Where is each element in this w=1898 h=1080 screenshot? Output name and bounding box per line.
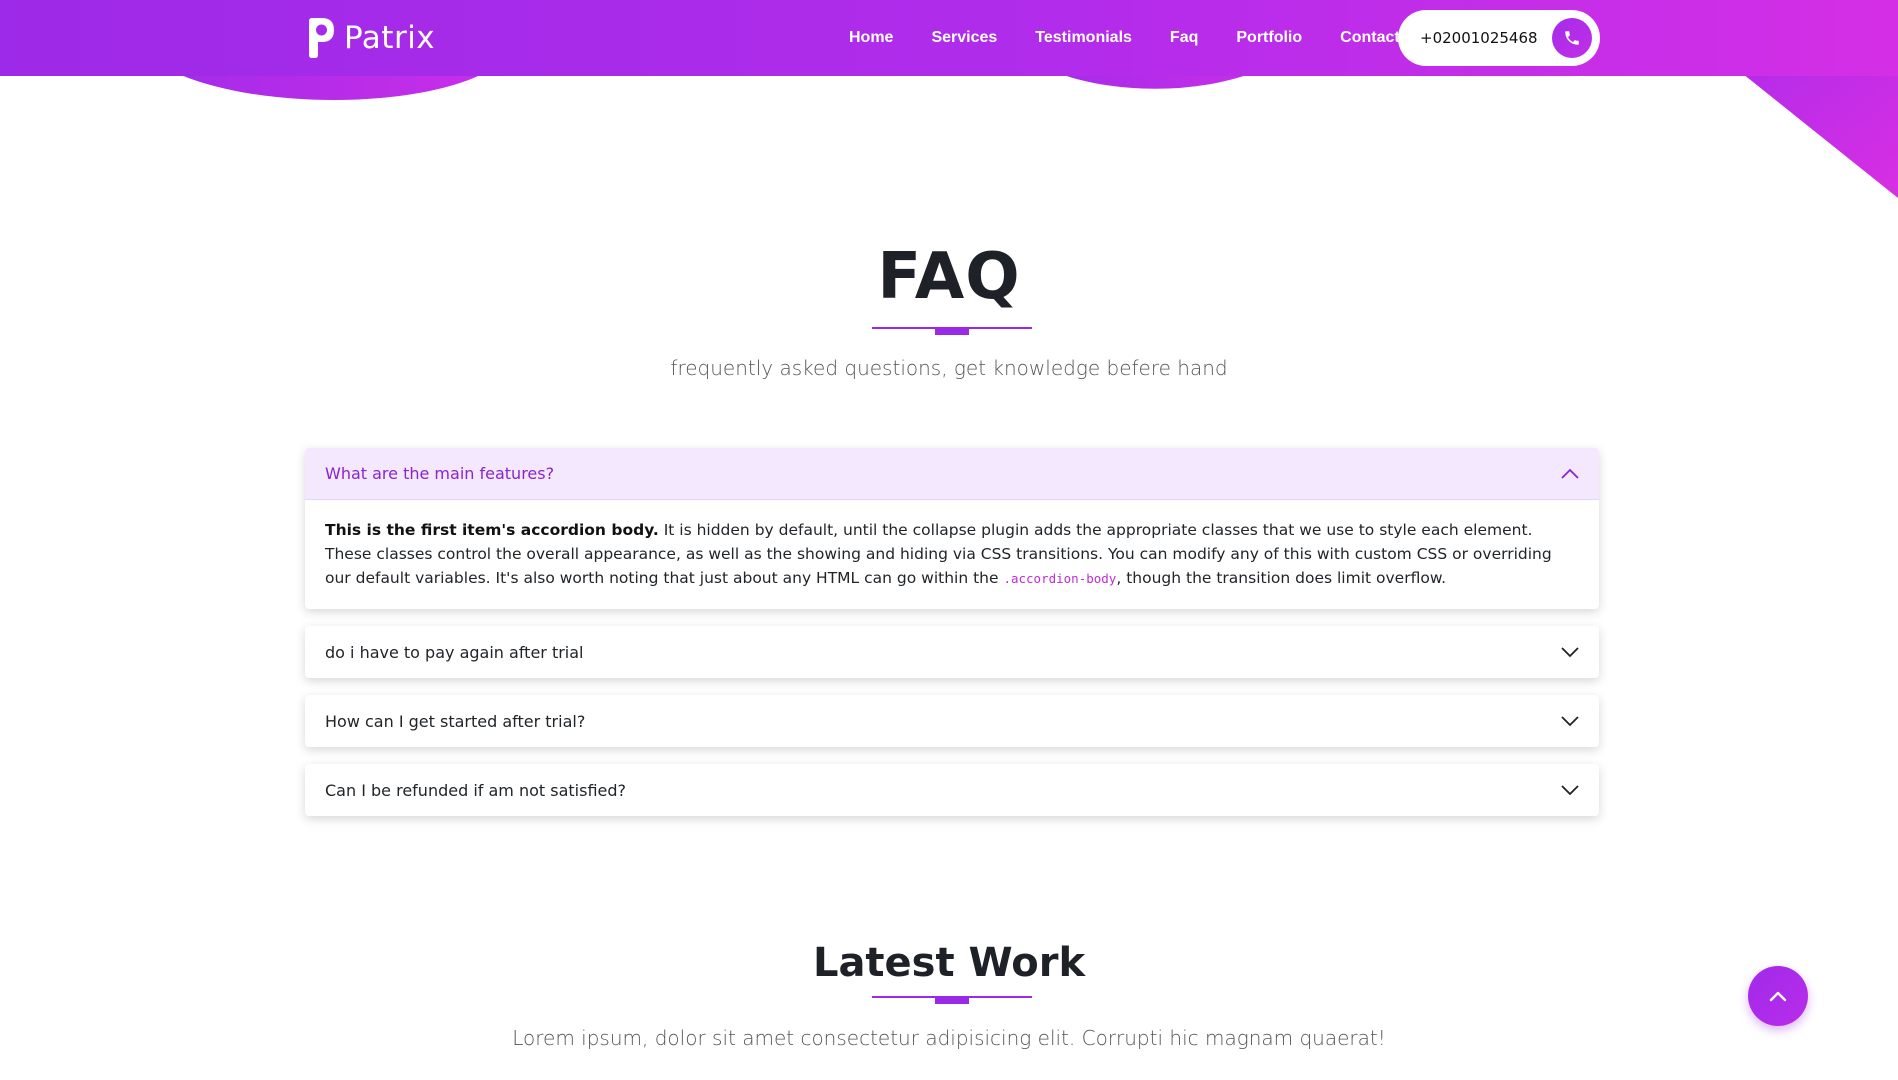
scroll-to-top-button[interactable] xyxy=(1748,966,1808,1026)
faq-item: How can I get started after trial? xyxy=(305,695,1599,747)
chevron-down-icon xyxy=(1561,716,1579,727)
work-subtitle: Lorem ipsum, dolor sit amet consectetur … xyxy=(512,1026,1386,1050)
brand-name: Patrix xyxy=(344,20,436,56)
faq-answer-code: .accordion-body xyxy=(1003,571,1117,586)
faq-subtitle: frequently asked questions, get knowledg… xyxy=(670,356,1228,380)
phone-contact[interactable]: +02001025468 xyxy=(1398,10,1600,66)
page: Patrix Home Services Testimonials Faq Po… xyxy=(0,0,1898,1080)
nav-faq[interactable]: Faq xyxy=(1151,29,1217,47)
faq-item: do i have to pay again after trial xyxy=(305,626,1599,678)
faq-question: What are the main features? xyxy=(325,464,555,483)
faq-question: Can I be refunded if am not satisfied? xyxy=(325,780,627,800)
faq-question-toggle[interactable]: Can I be refunded if am not satisfied? xyxy=(305,764,1599,816)
phone-icon xyxy=(1565,31,1579,45)
faq-question: do i have to pay again after trial xyxy=(325,642,584,662)
main-nav: Home Services Testimonials Faq Portfolio… xyxy=(830,0,1419,76)
logo-mark-icon xyxy=(309,18,334,58)
faq-item: What are the main features? This is the … xyxy=(305,448,1599,609)
work-title-underline xyxy=(872,996,1032,1004)
nav-services[interactable]: Services xyxy=(912,29,1016,47)
nav-portfolio[interactable]: Portfolio xyxy=(1217,29,1321,47)
chevron-up-icon xyxy=(1561,468,1579,479)
faq-answer-tail: , though the transition does limit overf… xyxy=(1116,569,1447,587)
chevron-down-icon xyxy=(1561,785,1579,796)
phone-number: +02001025468 xyxy=(1420,29,1538,47)
faq-question: How can I get started after trial? xyxy=(325,711,586,731)
faq-answer: This is the first item's accordion body.… xyxy=(305,500,1599,609)
faq-question-toggle[interactable]: How can I get started after trial? xyxy=(305,695,1599,747)
faq-title-underline xyxy=(872,327,1032,335)
site-header: Patrix Home Services Testimonials Faq Po… xyxy=(0,0,1898,76)
nav-testimonials[interactable]: Testimonials xyxy=(1016,29,1151,47)
faq-question-toggle[interactable]: What are the main features? xyxy=(305,448,1599,500)
faq-question-toggle[interactable]: do i have to pay again after trial xyxy=(305,626,1599,678)
work-title: Latest Work xyxy=(812,940,1086,986)
faq-accordion: What are the main features? This is the … xyxy=(305,448,1599,833)
call-button[interactable] xyxy=(1552,18,1592,58)
chevron-down-icon xyxy=(1561,647,1579,658)
arrow-up-icon xyxy=(1769,991,1787,1002)
faq-item: Can I be refunded if am not satisfied? xyxy=(305,764,1599,816)
nav-home[interactable]: Home xyxy=(830,29,912,47)
faq-title: FAQ xyxy=(877,240,1021,314)
brand-logo[interactable]: Patrix xyxy=(306,14,435,62)
faq-answer-strong: This is the first item's accordion body. xyxy=(325,521,659,539)
